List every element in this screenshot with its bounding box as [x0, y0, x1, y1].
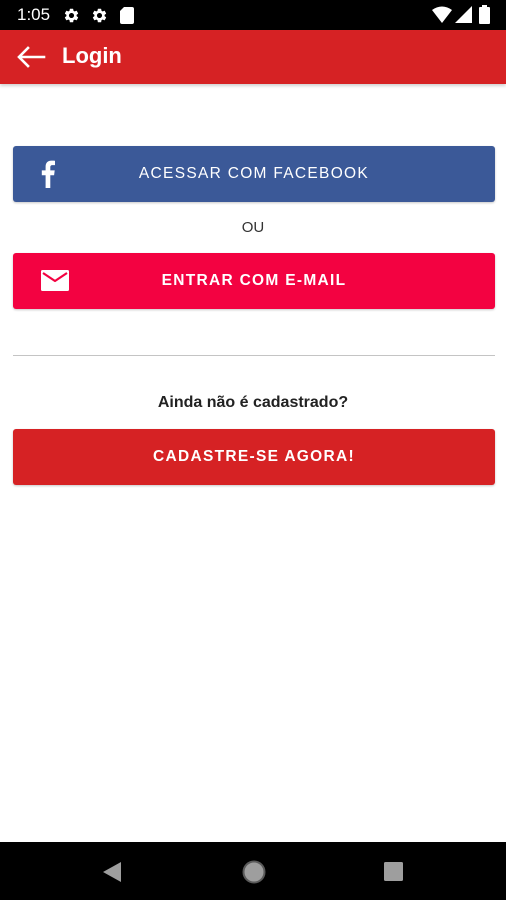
signup-button[interactable]: CADASTRE-SE AGORA! [13, 429, 495, 485]
signal-icon [455, 6, 472, 23]
signup-label: CADASTRE-SE AGORA! [153, 448, 355, 465]
facebook-icon [41, 160, 55, 188]
battery-icon [479, 5, 490, 24]
back-triangle-icon[interactable] [102, 861, 122, 883]
status-time: 1:05 [17, 5, 51, 24]
divider [13, 355, 495, 356]
status-bar: 1:05 [0, 0, 506, 30]
settings-icon [92, 8, 107, 23]
email-login-label: ENTRAR COM E-MAIL [161, 272, 347, 289]
app-bar: Login [0, 30, 506, 84]
or-separator-label: OU [241, 219, 265, 236]
settings-icon [64, 8, 79, 23]
signup-prompt: Ainda não é cadastrado? [157, 394, 349, 411]
navigation-bar [0, 842, 506, 900]
sd-card-icon [120, 7, 134, 24]
page-title: Login [62, 43, 122, 68]
facebook-login-label: ACESSAR COM FACEBOOK [138, 165, 370, 182]
recents-square-icon[interactable] [384, 862, 403, 881]
email-login-button[interactable]: ENTRAR COM E-MAIL [13, 253, 495, 309]
home-circle-icon[interactable] [241, 859, 267, 885]
wifi-icon [432, 6, 452, 23]
mail-icon [41, 270, 69, 291]
arrow-back-icon[interactable] [16, 44, 46, 70]
facebook-login-button[interactable]: ACESSAR COM FACEBOOK [13, 146, 495, 202]
